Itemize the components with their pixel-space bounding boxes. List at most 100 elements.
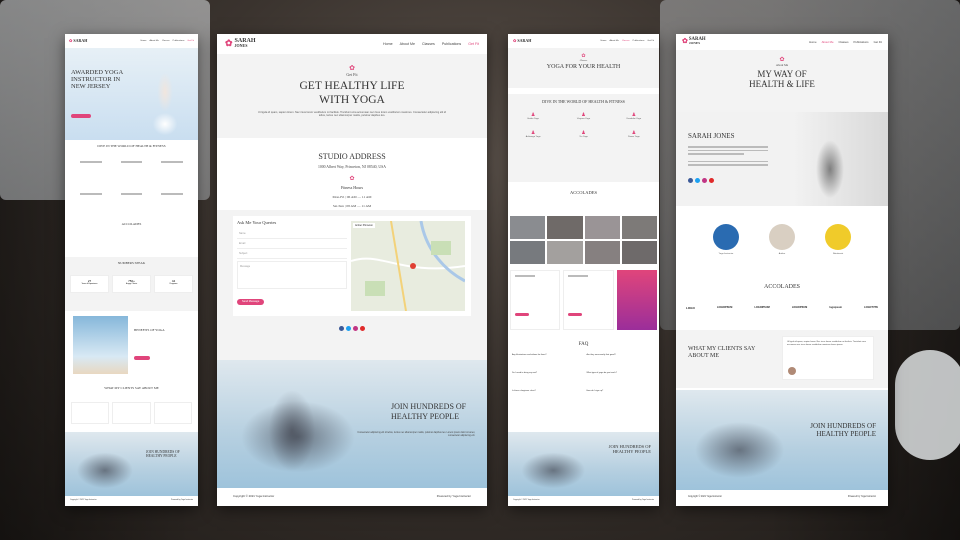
nav-getfit[interactable]: Get Fit <box>647 40 654 42</box>
partner-logo: LOGOTYPE <box>864 306 878 309</box>
avatar <box>788 367 796 375</box>
social-icons <box>688 178 714 183</box>
nutritionist-image <box>825 224 851 250</box>
nav-publications[interactable]: Publications <box>854 40 869 44</box>
name-field[interactable]: Name <box>237 229 347 239</box>
nav-home[interactable]: Home <box>601 40 607 42</box>
instagram-icon[interactable] <box>702 178 707 183</box>
hero: AWARDED YOGA INSTRUCTOR IN NEW JERSEY <box>65 48 198 140</box>
class-item[interactable]: ♟ Kundalini Yoga <box>609 112 659 120</box>
nav-publications[interactable]: Publications <box>633 40 645 42</box>
logo[interactable]: ✿ SARAH JONES <box>682 37 706 46</box>
join-title: JOIN HUNDREDS OF HEALTHY PEOPLE <box>391 402 467 421</box>
logo[interactable]: ✿ SARAH <box>513 39 531 43</box>
class-item[interactable]: ♟ Hatha Yoga <box>508 112 558 120</box>
join-title: JOIN HUNDREDS OF HEALTHY PEOPLE <box>810 422 876 439</box>
dive-title: DIVE IN THE WORLD OF HEALTH & FITNESS <box>542 99 625 104</box>
twitter-icon[interactable] <box>346 326 351 331</box>
faq-item[interactable]: Do I need to bring my mat? <box>512 372 581 386</box>
contact-section: Ask Me Your Queries Name Email Subject M… <box>217 210 487 360</box>
nav-getfit[interactable]: Get Fit <box>468 42 479 46</box>
class-item[interactable]: ♟ Vinyasa Yoga <box>558 112 608 120</box>
facebook-icon[interactable] <box>339 326 344 331</box>
hero-button[interactable] <box>71 114 91 118</box>
join-section: JOIN HUNDREDS OF HEALTHY PEOPLE Consectet… <box>217 360 487 488</box>
nav-home[interactable]: Home <box>383 42 393 46</box>
nav-about[interactable]: About Me <box>149 40 158 42</box>
logo[interactable]: ✿ SARAH <box>69 39 87 43</box>
header: ✿ SARAH JONES Home About Me Classes Publi… <box>676 34 888 50</box>
email-field[interactable]: Email <box>237 239 347 249</box>
footer: Copyright © 2021 Yoga Instructor Powered… <box>508 496 659 506</box>
hours-weekday: Mon-Fri | 06 AM — 11 AM <box>332 195 372 199</box>
page-about: ✿ SARAH JONES Home About Me Classes Publi… <box>676 34 888 506</box>
author-image <box>769 224 795 250</box>
nav-getfit[interactable]: Get Fit <box>874 40 882 44</box>
nav-about[interactable]: About Me <box>400 42 415 46</box>
gallery <box>510 216 657 264</box>
page-title: YOGA FOR YOUR HEALTH <box>546 64 621 70</box>
youtube-icon[interactable] <box>709 178 714 183</box>
nav-classes[interactable]: Classes <box>422 42 435 46</box>
nav-classes[interactable]: Classes <box>839 40 849 44</box>
bio-name: SARAH JONES <box>688 132 735 140</box>
nav-home[interactable]: Home <box>141 40 147 42</box>
faq-item[interactable]: Any illustrations and videos for them? <box>512 354 581 368</box>
class-button[interactable] <box>568 312 583 316</box>
join-section: JOIN HUNDREDS OF HEALTHY PEOPLE <box>65 432 198 496</box>
roles: Yoga Instructor Author Nutritionist <box>676 224 888 255</box>
bio-text <box>688 144 768 168</box>
twitter-icon[interactable] <box>695 178 700 183</box>
benefits-title: BENEFITS OF YOGA <box>134 328 165 332</box>
page-title: GET HEALTHY LIFE WITH YOGA <box>299 80 405 106</box>
send-message-button[interactable]: Send Message <box>237 298 265 305</box>
copyright: Copyright © 2021 Yoga Instructor <box>688 496 722 498</box>
partner-logo: logoipsum <box>829 306 842 309</box>
facebook-icon[interactable] <box>688 178 693 183</box>
kicker: Get Fit <box>346 72 358 77</box>
studio-title: STUDIO ADDRESS <box>318 152 386 161</box>
nav-classes[interactable]: Classes <box>162 40 170 42</box>
logo[interactable]: ✿ SARAH JONES <box>225 38 256 49</box>
nav-getfit[interactable]: Get Fit <box>187 40 194 42</box>
nav-publications[interactable]: Publications <box>442 42 461 46</box>
dive-title: DIVE IN THE WORLD OF HEALTH & FITNESS <box>97 144 166 148</box>
nav-publications[interactable]: Publications <box>173 40 185 42</box>
kicker: About Me <box>775 63 789 67</box>
hero: ✿ Classes YOGA FOR YOUR HEALTH <box>508 48 659 88</box>
instagram-icon[interactable] <box>353 326 358 331</box>
mouse <box>895 350 960 460</box>
faq-item[interactable]: How do I sign up? <box>587 390 656 404</box>
nav-classes[interactable]: Classes <box>622 40 630 42</box>
youtube-icon[interactable] <box>360 326 365 331</box>
class-item[interactable]: ♟ Yin Yoga <box>558 130 608 138</box>
accolades-title: ACCOLADES <box>763 284 800 290</box>
nav-home[interactable]: Home <box>809 40 816 44</box>
hours-title: Fitness Hours <box>340 185 364 190</box>
promo-card[interactable] <box>616 270 657 330</box>
hero: ✿ About Me MY WAY OF HEALTH & LIFE <box>676 50 888 112</box>
nav-about[interactable]: About Me <box>609 40 618 42</box>
faq-item[interactable]: What type of yoga do you teach? <box>587 372 656 386</box>
faq-item[interactable]: Is there a beginner class? <box>512 390 581 404</box>
message-field[interactable]: Message <box>237 261 347 289</box>
subject-field[interactable]: Subject <box>237 249 347 259</box>
class-item[interactable]: ♟ Ashtanga Yoga <box>508 130 558 138</box>
footer: Copyright © 2021 Yoga Instructor Powered … <box>65 496 198 506</box>
class-button[interactable] <box>515 312 529 316</box>
join-section: JOIN HUNDREDS OF HEALTHY PEOPLE <box>508 432 659 496</box>
nav: Home About Me Classes Publications Get F… <box>141 40 194 42</box>
dancer-image <box>237 360 347 488</box>
partner-logo: LOGOIPSUM <box>791 306 808 309</box>
benefits-image <box>73 316 128 374</box>
testimonials <box>71 402 192 424</box>
benefits-button[interactable] <box>134 356 150 360</box>
page-classes: ✿ SARAH Home About Me Classes Publicatio… <box>508 34 659 506</box>
class-item[interactable]: ♟ Power Yoga <box>609 130 659 138</box>
address: 1000 Albert Way, Princeton, NJ 08540, US… <box>317 165 387 169</box>
stat-card: 750+ Happy Clients <box>112 275 151 293</box>
nav-about[interactable]: About Me <box>822 40 834 44</box>
map[interactable]: Amber Princeton <box>350 220 466 312</box>
classes-section: DIVE IN THE WORLD OF HEALTH & FITNESS ♟ H… <box>508 94 659 182</box>
faq-item[interactable]: Are they necessarily that good? <box>587 354 656 368</box>
